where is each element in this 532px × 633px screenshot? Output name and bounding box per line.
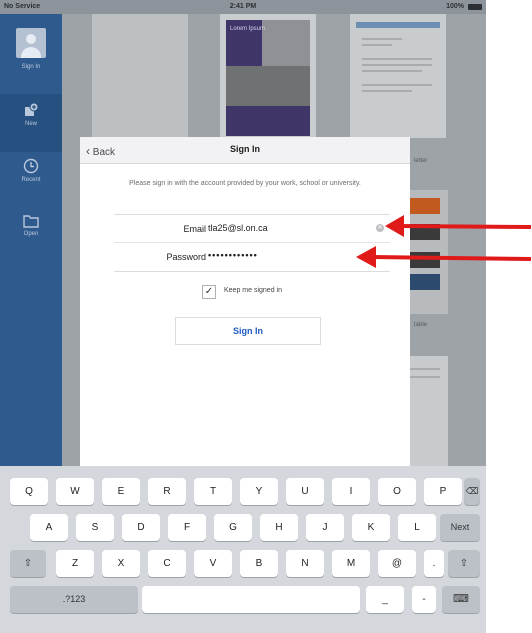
annotation-arrow-password	[369, 255, 532, 261]
annotation-arrow-email	[356, 215, 532, 268]
